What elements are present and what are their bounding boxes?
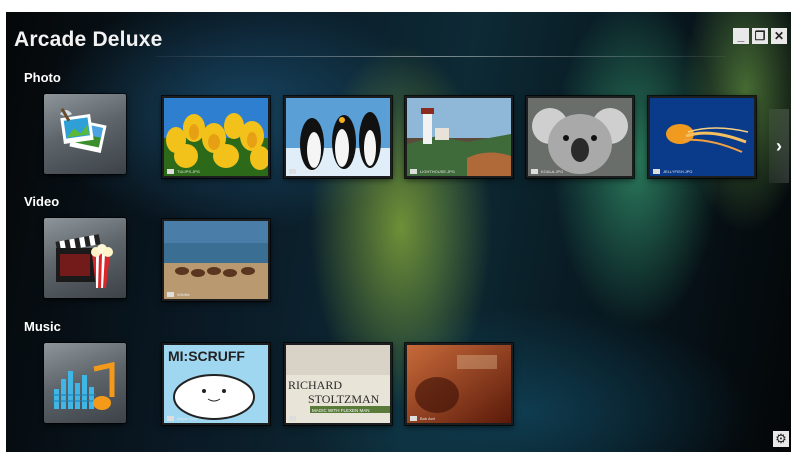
app-title: Arcade Deluxe bbox=[14, 28, 163, 51]
svg-text:STOLTZMAN: STOLTZMAN bbox=[308, 392, 380, 406]
tile-caption: Bob Acri bbox=[410, 416, 435, 421]
tulips-thumbnail bbox=[164, 98, 268, 176]
photo-tile-koala[interactable]: KOALA.JPG bbox=[526, 96, 634, 178]
settings-button[interactable]: ⚙ bbox=[773, 431, 789, 447]
next-page-button[interactable]: › bbox=[769, 109, 789, 183]
music-icon bbox=[52, 361, 115, 410]
music-tile-fine-music[interactable]: RICHARD STOLTZMAN MAGIC WITH FLEXEN MAN … bbox=[284, 343, 392, 425]
app-window: Arcade Deluxe _ ❐ ✕ Photo TULIPS.JPG PEN… bbox=[6, 12, 791, 452]
fine-music-album-art: RICHARD STOLTZMAN MAGIC WITH FLEXEN MAN bbox=[286, 345, 390, 423]
music-category-button[interactable] bbox=[44, 343, 126, 423]
video-icon bbox=[55, 234, 113, 288]
tile-caption: Wildlife bbox=[167, 292, 190, 297]
image-icon bbox=[289, 169, 296, 174]
wildlife-thumbnail bbox=[164, 221, 268, 299]
image-icon bbox=[531, 169, 538, 174]
restore-button[interactable]: ❐ bbox=[752, 28, 768, 44]
close-button[interactable]: ✕ bbox=[771, 28, 787, 44]
photo-tile-jellyfish[interactable]: JELLYFISH.JPG bbox=[648, 96, 756, 178]
tile-caption: KOALA.JPG bbox=[531, 169, 563, 174]
svg-text:MI:SCRUFF: MI:SCRUFF bbox=[168, 348, 245, 364]
tile-caption: Fine Music, Vol. 1 bbox=[289, 416, 331, 421]
photo-tile-tulips[interactable]: TULIPS.JPG bbox=[162, 96, 270, 178]
section-label-video: Video bbox=[24, 194, 60, 209]
window-controls: _ ❐ ✕ bbox=[733, 28, 787, 44]
lighthouse-thumbnail bbox=[407, 98, 511, 176]
section-label-music: Music bbox=[24, 319, 61, 334]
video-file-icon bbox=[167, 292, 174, 297]
minimize-button[interactable]: _ bbox=[733, 28, 749, 44]
music-note-icon bbox=[289, 416, 296, 421]
tile-caption: LIGHTHOUSE.JPG bbox=[410, 169, 455, 174]
title-divider bbox=[156, 56, 726, 57]
video-tile-wildlife[interactable]: Wildlife bbox=[162, 219, 270, 301]
photo-category-button[interactable] bbox=[44, 94, 126, 174]
tile-caption: PENGUINS.JPG bbox=[289, 169, 329, 174]
music-tile-bob-acri[interactable]: Bob Acri bbox=[405, 343, 513, 425]
image-icon bbox=[653, 169, 660, 174]
tile-caption: Maple Tune bbox=[167, 416, 198, 421]
section-label-photo: Photo bbox=[24, 70, 61, 85]
svg-text:MAGIC WITH FLEXEN MAN: MAGIC WITH FLEXEN MAN bbox=[312, 408, 370, 413]
music-note-icon bbox=[167, 416, 174, 421]
image-icon bbox=[410, 169, 417, 174]
tile-caption: TULIPS.JPG bbox=[167, 169, 200, 174]
tile-caption: JELLYFISH.JPG bbox=[653, 169, 693, 174]
koala-thumbnail bbox=[528, 98, 632, 176]
gear-icon: ⚙ bbox=[775, 431, 787, 446]
photo-tile-penguins[interactable]: PENGUINS.JPG bbox=[284, 96, 392, 178]
photo-tile-lighthouse[interactable]: LIGHTHOUSE.JPG bbox=[405, 96, 513, 178]
music-tile-maple-tune[interactable]: MI:SCRUFF Maple Tune bbox=[162, 343, 270, 425]
penguins-thumbnail bbox=[286, 98, 390, 176]
image-icon bbox=[167, 169, 174, 174]
svg-text:RICHARD: RICHARD bbox=[288, 378, 342, 392]
jellyfish-thumbnail bbox=[650, 98, 754, 176]
bob-acri-album-art bbox=[407, 345, 511, 423]
maple-tune-album-art: MI:SCRUFF bbox=[164, 345, 268, 423]
photo-icon bbox=[60, 107, 107, 154]
music-note-icon bbox=[410, 416, 417, 421]
video-category-button[interactable] bbox=[44, 218, 126, 298]
